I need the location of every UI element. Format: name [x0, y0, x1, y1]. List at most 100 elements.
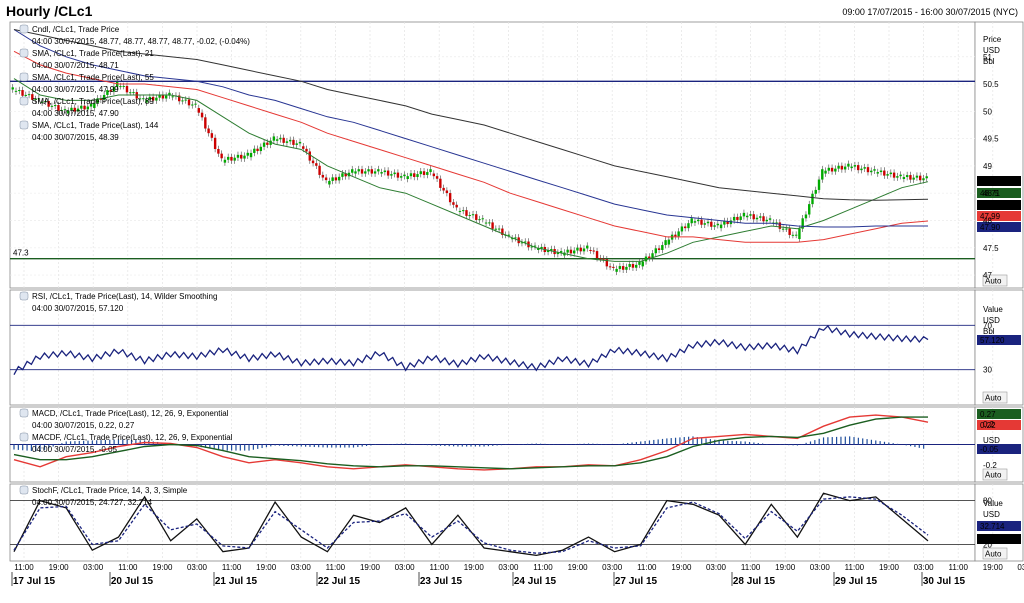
candle-up — [14, 90, 18, 92]
candle-up — [889, 172, 893, 175]
time-tick-label: 11:00 — [845, 563, 865, 572]
candle-up — [226, 156, 230, 160]
stoch-value-tag-text: 32.714 — [980, 522, 1005, 531]
candle-up — [759, 216, 762, 218]
candle-up — [576, 247, 579, 251]
candle-down — [318, 165, 321, 175]
candle-down — [621, 266, 625, 270]
date-label: 21 Jul 15 — [215, 576, 258, 587]
price-tick-label: 49.5 — [983, 135, 999, 144]
candle-up — [680, 226, 684, 232]
candle-down — [396, 172, 400, 178]
candle-up — [285, 141, 289, 143]
price-axis-header: USD — [983, 46, 1000, 55]
candle-up — [354, 171, 357, 174]
time-tick-label: 11:00 — [533, 563, 553, 572]
candle-up — [223, 159, 227, 163]
candle-up — [615, 268, 618, 272]
candle-up — [24, 94, 27, 96]
candle-up — [925, 176, 928, 179]
legend-icon — [19, 408, 29, 418]
candle-down — [282, 137, 285, 143]
date-label: 24 Jul 15 — [514, 576, 557, 587]
candle-down — [302, 146, 305, 149]
candle-down — [432, 173, 436, 177]
date-label: 29 Jul 15 — [835, 576, 878, 587]
candle-down — [612, 266, 615, 268]
time-tick-label: 11:00 — [222, 563, 242, 572]
macd-axis-header: USD — [983, 436, 1000, 445]
candle-up — [870, 170, 873, 173]
time-tick-label: 19:00 — [983, 563, 1004, 572]
candle-up — [393, 172, 396, 175]
time-tick-label: 19:00 — [360, 563, 381, 572]
legend-macdf-name: MACDF, /CLc1, Trade Price(Last), 12, 26,… — [32, 433, 233, 442]
candle-down — [435, 176, 439, 179]
time-tick-label: 03:00 — [914, 563, 935, 572]
candle-down — [213, 137, 217, 149]
candle-up — [863, 167, 866, 169]
candle-down — [710, 221, 713, 227]
time-tick-label: 19:00 — [568, 563, 589, 572]
candle-down — [866, 167, 870, 173]
candle-down — [631, 264, 635, 268]
rsi-axis-header: Value — [983, 305, 1003, 314]
legend-sma55-name: SMA, /CLc1, Trade Price(Last), 55 — [32, 73, 154, 82]
candle-up — [742, 212, 746, 217]
candle-up — [667, 239, 671, 245]
candle-up — [249, 152, 253, 158]
legend-icon — [19, 291, 29, 301]
legend-sma144-values: 04:00 30/07/2015, 48.39 — [32, 133, 119, 142]
candle-up — [902, 177, 906, 180]
candle-down — [465, 210, 468, 216]
price-value-tag-text: 47.90 — [980, 223, 1001, 232]
candle-up — [808, 204, 811, 215]
time-tick-label: 11:00 — [948, 563, 968, 572]
candle-up — [847, 163, 850, 167]
candle-up — [697, 219, 700, 222]
candle-up — [811, 193, 814, 205]
candle-up — [817, 179, 821, 190]
candle-down — [788, 228, 791, 235]
candle-up — [243, 155, 246, 159]
candle-up — [27, 94, 31, 96]
rsi-axis-header: Bbl — [983, 327, 995, 336]
price-tick-label: 47.5 — [983, 244, 999, 253]
candle-down — [413, 173, 416, 177]
candle-up — [497, 228, 501, 230]
candle-up — [403, 174, 406, 177]
candle-down — [892, 172, 896, 178]
candle-up — [122, 85, 125, 87]
candle-down — [439, 178, 442, 188]
candle-down — [334, 177, 338, 181]
candle-up — [687, 223, 690, 229]
price-value-tag-text: 48.71 — [980, 189, 1001, 198]
candle-down — [197, 108, 200, 113]
candle-up — [798, 228, 801, 240]
time-tick-label: 11:00 — [429, 563, 449, 572]
candle-down — [125, 85, 129, 93]
candle-up — [132, 92, 135, 94]
candle-up — [706, 221, 710, 224]
candle-up — [409, 173, 413, 177]
time-tick-label: 19:00 — [879, 563, 900, 572]
time-tick-label: 03:00 — [1017, 563, 1024, 572]
time-tick-label: 03:00 — [602, 563, 623, 572]
legend-icon — [19, 485, 29, 495]
candle-down — [256, 148, 259, 152]
candle-down — [700, 219, 703, 225]
candle-up — [586, 245, 589, 249]
time-tick-label: 19:00 — [49, 563, 70, 572]
candle-down — [292, 139, 295, 145]
candle-up — [873, 169, 876, 171]
candle-up — [765, 219, 768, 222]
time-tick-label: 03:00 — [291, 563, 312, 572]
candle-up — [746, 215, 749, 218]
candle-down — [217, 148, 220, 154]
price-tick-label: 50.5 — [983, 80, 999, 89]
candle-down — [370, 169, 374, 174]
time-tick-label: 03:00 — [83, 563, 104, 572]
candle-up — [821, 169, 824, 180]
candle-up — [351, 169, 354, 173]
candle-down — [200, 112, 204, 118]
